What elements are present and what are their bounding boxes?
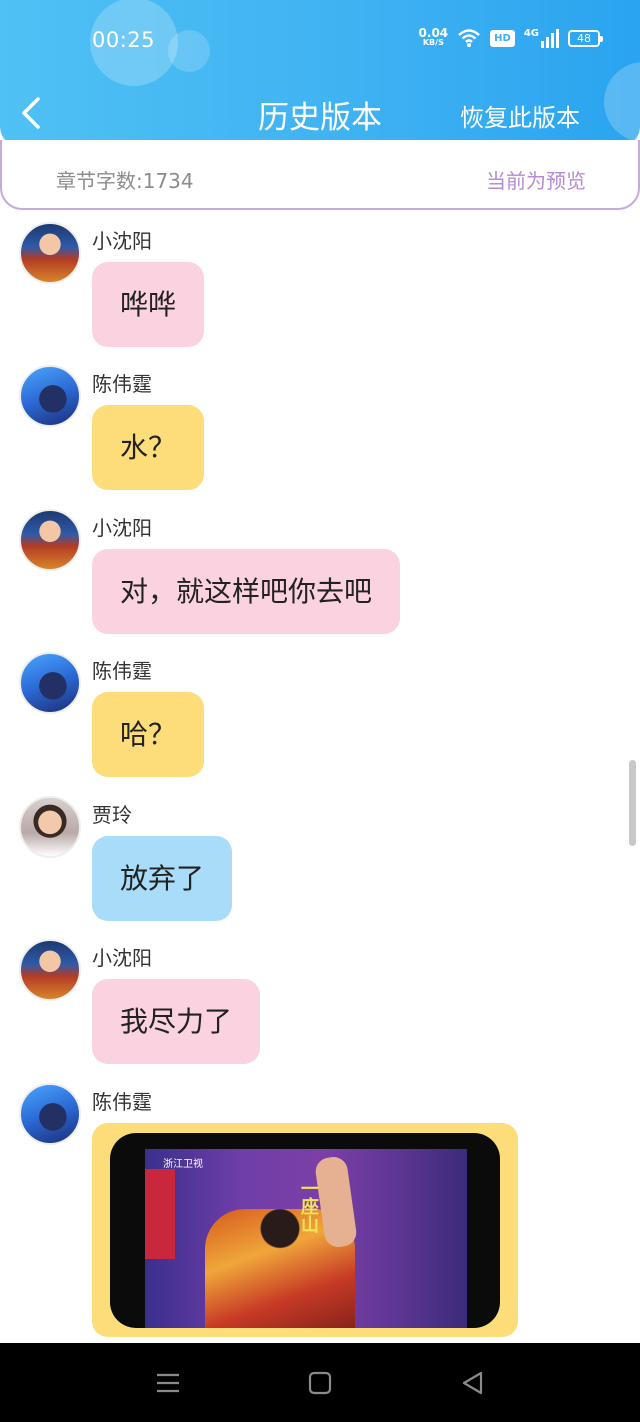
avatar-chenweiting[interactable] bbox=[19, 1083, 81, 1145]
hd-icon: HD bbox=[490, 29, 515, 47]
avatar-chenweiting[interactable] bbox=[19, 365, 81, 427]
video-frame: 浙江卫视 一座山 bbox=[145, 1149, 467, 1328]
message-bubble[interactable]: 我尽力了 bbox=[92, 979, 261, 1064]
sender-name: 小沈阳 bbox=[92, 516, 152, 540]
status-time: 00:25 bbox=[92, 28, 156, 52]
sender-name: 陈伟霆 bbox=[92, 659, 152, 683]
avatar-chenweiting[interactable] bbox=[19, 652, 81, 714]
sender-name: 陈伟霆 bbox=[92, 1090, 152, 1114]
image-message-bubble[interactable]: 浙江卫视 一座山 bbox=[92, 1123, 518, 1337]
status-icons: 0.04 KB/S HD 4G 48 bbox=[418, 26, 603, 48]
video-caption: 一座山 bbox=[298, 1179, 319, 1233]
home-button[interactable] bbox=[306, 1369, 334, 1397]
menu-icon bbox=[157, 1373, 179, 1393]
message-bubble[interactable]: 放弃了 bbox=[92, 836, 233, 921]
scrollbar[interactable] bbox=[629, 760, 636, 846]
message-bubble[interactable]: 对，就这样吧你去吧 bbox=[92, 549, 401, 634]
stage-sign bbox=[145, 1169, 175, 1259]
app-header: 00:25 0.04 KB/S HD 4G 48 历史版本 恢复此版本 bbox=[0, 0, 640, 148]
message-bubble[interactable]: 哗哗 bbox=[92, 262, 205, 347]
sender-name: 贾玲 bbox=[92, 803, 132, 827]
wifi-icon bbox=[458, 29, 480, 47]
sender-name: 小沈阳 bbox=[92, 229, 152, 253]
avatar-jialing[interactable] bbox=[19, 796, 81, 858]
menu-button[interactable] bbox=[154, 1369, 182, 1397]
system-nav-bar bbox=[0, 1343, 640, 1422]
home-square-icon bbox=[308, 1371, 332, 1395]
signal-icon: 4G bbox=[524, 28, 559, 48]
back-triangle-icon bbox=[462, 1371, 483, 1395]
avatar-xiaoshenyang[interactable] bbox=[19, 939, 81, 1001]
network-speed: 0.04 KB/S bbox=[418, 26, 449, 47]
sender-name: 小沈阳 bbox=[92, 946, 152, 970]
video-thumbnail[interactable]: 浙江卫视 一座山 bbox=[110, 1133, 500, 1328]
message-bubble[interactable]: 水？ bbox=[92, 405, 205, 490]
chapter-word-count: 章节字数:1734 bbox=[56, 169, 194, 193]
sender-name: 陈伟霆 bbox=[92, 372, 152, 396]
system-back-button[interactable] bbox=[459, 1369, 487, 1397]
channel-logo: 浙江卫视 bbox=[163, 1159, 203, 1170]
message-bubble[interactable]: 哈？ bbox=[92, 692, 205, 777]
info-bar: 章节字数:1734 当前为预览 bbox=[0, 140, 640, 210]
decorative-bubble bbox=[168, 30, 210, 72]
avatar-xiaoshenyang[interactable] bbox=[19, 509, 81, 571]
restore-version-button[interactable]: 恢复此版本 bbox=[460, 98, 580, 133]
preview-status-label: 当前为预览 bbox=[486, 169, 586, 193]
avatar-xiaoshenyang[interactable] bbox=[19, 222, 81, 284]
battery-icon: 48 bbox=[568, 29, 603, 47]
